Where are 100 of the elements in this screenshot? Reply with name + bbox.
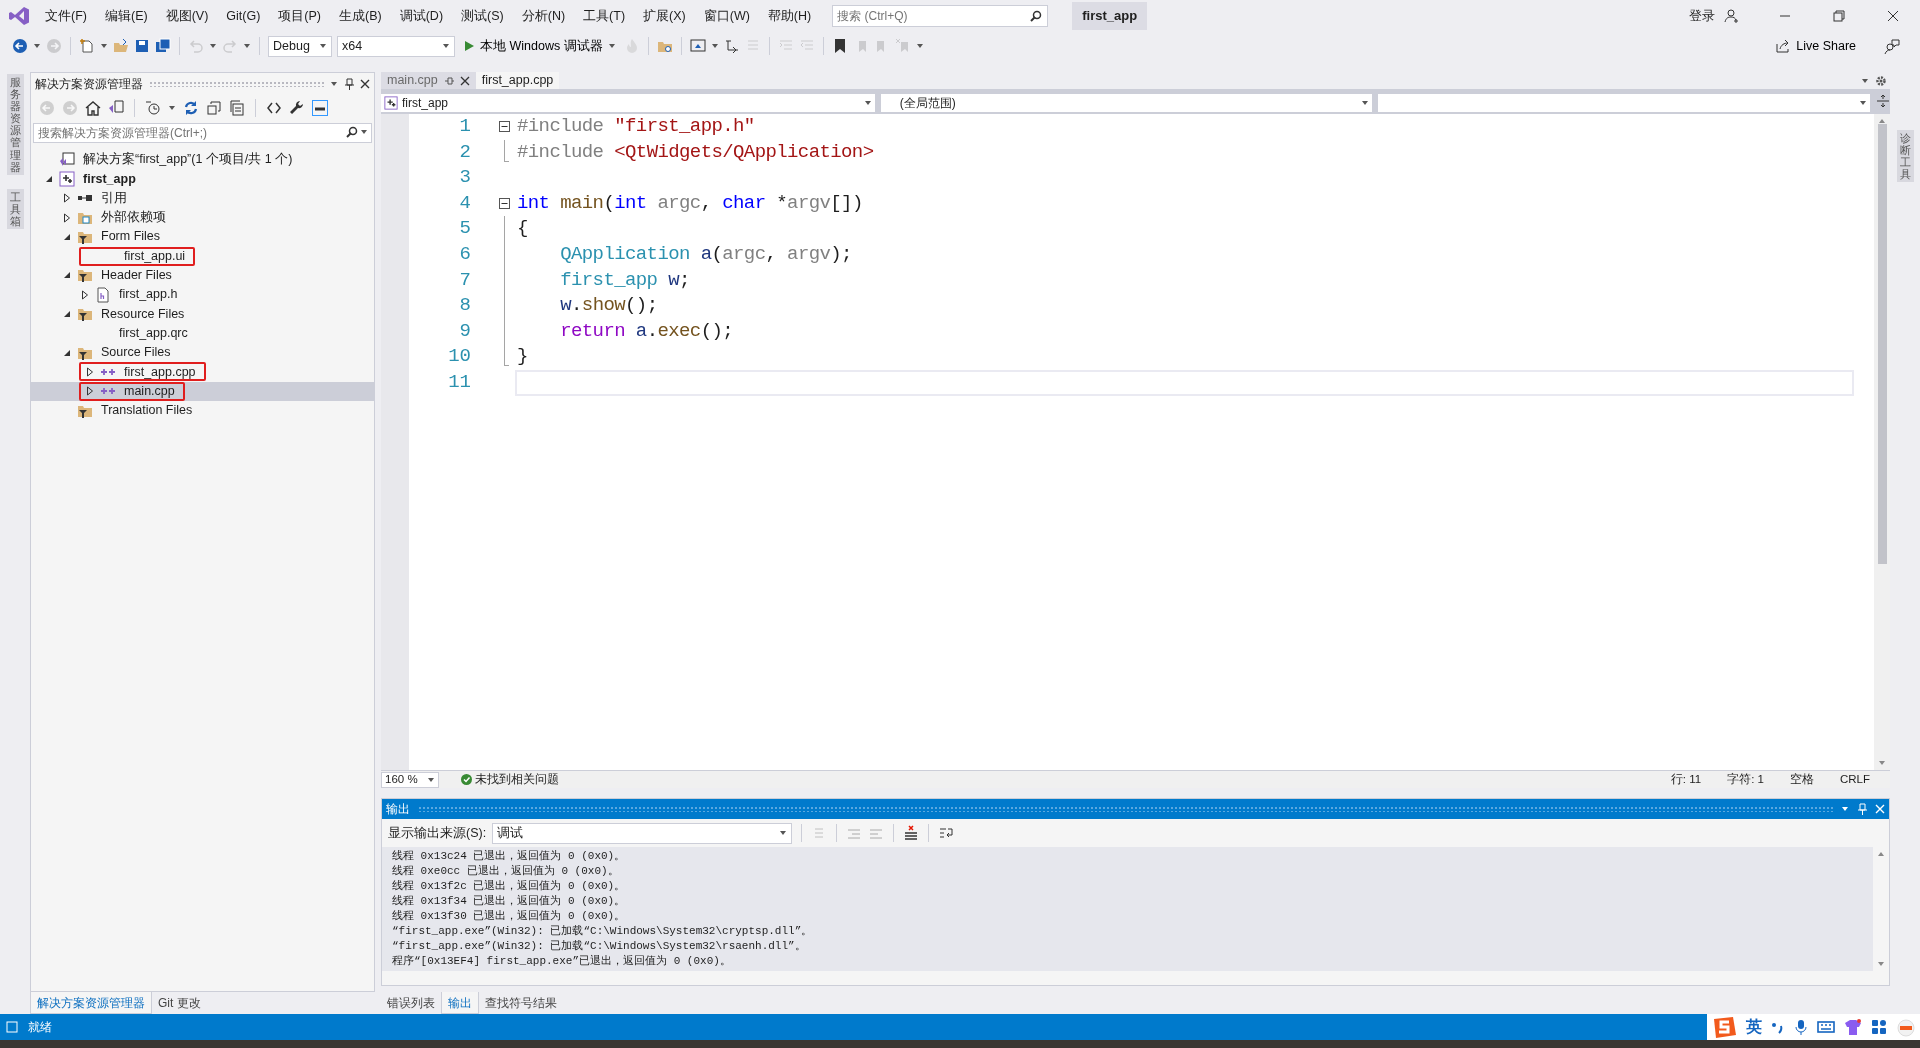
expanded-arrow-icon[interactable] <box>63 271 71 280</box>
menu-item[interactable]: 视图(V) <box>156 6 218 26</box>
menu-item[interactable]: 分析(N) <box>512 6 575 26</box>
caret-icon[interactable] <box>33 43 41 49</box>
history-icon[interactable] <box>145 100 161 116</box>
side-tab[interactable]: 工具箱 <box>6 188 24 230</box>
panel-tab[interactable]: Git 更改 <box>152 992 207 1014</box>
caret-icon[interactable] <box>710 43 719 49</box>
expanded-arrow-icon[interactable] <box>63 348 71 357</box>
caret-icon[interactable] <box>243 43 251 49</box>
collapsed-arrow-icon[interactable] <box>81 289 89 300</box>
save-icon[interactable] <box>134 38 150 54</box>
zoom-dropdown[interactable]: 160 % <box>381 771 439 788</box>
collapse-all-icon[interactable] <box>206 100 222 116</box>
tree-item[interactable]: Translation Files <box>101 401 193 420</box>
caret-icon[interactable] <box>168 105 176 111</box>
caret-icon[interactable] <box>360 129 368 135</box>
search-icon[interactable] <box>346 126 358 138</box>
microphone-icon[interactable] <box>1794 1019 1808 1035</box>
tree-item[interactable]: first_app.qrc <box>119 323 188 343</box>
scope-dropdown[interactable]: (全局范围) <box>880 94 1373 112</box>
expanded-arrow-icon[interactable] <box>63 232 71 241</box>
add-person-icon[interactable] <box>1724 8 1740 24</box>
scrollbar[interactable] <box>1874 114 1890 770</box>
menu-item[interactable]: 项目(P) <box>269 6 330 26</box>
menu-item[interactable]: 编辑(E) <box>95 6 157 26</box>
menu-item[interactable]: 工具(T) <box>574 6 635 26</box>
home-icon[interactable] <box>85 100 101 116</box>
menu-item[interactable]: 生成(B) <box>330 6 391 26</box>
shirt-icon[interactable] <box>1844 1019 1862 1035</box>
file-tab[interactable]: first_app.cpp <box>475 72 560 89</box>
close-icon[interactable] <box>1885 8 1901 24</box>
panel-tab[interactable]: 解决方案资源管理器 <box>30 992 152 1014</box>
save-all-icon[interactable] <box>155 38 171 54</box>
screen-icon[interactable] <box>689 38 706 54</box>
step-icon[interactable] <box>723 38 740 54</box>
tree-item[interactable]: first_app <box>83 169 136 189</box>
collapsed-arrow-icon[interactable] <box>86 366 94 377</box>
search-field[interactable]: 搜索解决方案资源管理器(Ctrl+;) <box>33 123 372 143</box>
tree-item[interactable]: main.cpp <box>124 381 175 401</box>
caret-icon[interactable] <box>209 43 217 49</box>
clear-all-icon[interactable] <box>903 825 920 841</box>
menu-item[interactable]: 窗口(W) <box>694 6 759 26</box>
tree-item[interactable]: first_app.cpp <box>124 362 196 382</box>
word-wrap-icon[interactable] <box>938 825 955 841</box>
caret-icon[interactable] <box>1841 806 1849 812</box>
punctuation-icon[interactable] <box>1771 1020 1785 1034</box>
sync-icon[interactable] <box>183 100 199 116</box>
side-tab[interactable]: 诊断工具 <box>1896 130 1914 183</box>
collapse-icon[interactable] <box>499 197 510 209</box>
expanded-arrow-icon[interactable] <box>45 174 53 183</box>
tree-item[interactable]: Header Files <box>101 266 172 285</box>
tree-item[interactable]: 引用 <box>101 188 127 208</box>
collapse-icon[interactable] <box>499 121 510 132</box>
menu-item[interactable]: 帮助(H) <box>758 6 821 26</box>
pin-icon[interactable] <box>344 78 354 90</box>
live-share-button[interactable]: Live Share <box>1772 36 1859 56</box>
tree-item[interactable]: Source Files <box>101 343 171 362</box>
code-icon[interactable] <box>266 100 282 116</box>
menu-item[interactable]: 扩展(X) <box>634 6 695 26</box>
back-icon[interactable] <box>12 38 28 54</box>
feedback-icon[interactable] <box>1884 38 1900 54</box>
search-field[interactable]: 搜索 (Ctrl+Q) <box>832 5 1049 27</box>
close-icon[interactable] <box>459 75 470 86</box>
expanded-arrow-icon[interactable] <box>63 310 71 318</box>
tree-item[interactable]: first_app.h <box>119 285 178 305</box>
panel-tab[interactable]: 输出 <box>441 992 479 1014</box>
configuration-dropdown[interactable]: Debug <box>268 35 332 57</box>
folder-icon[interactable] <box>113 38 129 54</box>
tree-item[interactable]: Resource Files <box>101 304 185 324</box>
wrench-icon[interactable] <box>289 100 305 116</box>
collapsed-arrow-icon[interactable] <box>63 212 71 223</box>
keyboard-icon[interactable] <box>1817 1020 1835 1034</box>
restore-icon[interactable] <box>1831 8 1847 24</box>
menu-item[interactable]: Git(G) <box>217 6 270 26</box>
scope-dropdown[interactable]: first_app <box>381 94 875 112</box>
side-tab[interactable]: 服务器资源管理器 <box>6 74 24 175</box>
panel-tab[interactable]: 错误列表 <box>381 992 441 1014</box>
caret-icon[interactable] <box>1861 77 1869 84</box>
caret-icon[interactable] <box>915 43 924 49</box>
settings-icon[interactable] <box>1875 74 1887 87</box>
sign-in-link[interactable]: 登录 <box>1680 6 1724 26</box>
tree-item[interactable]: Form Files <box>101 227 161 247</box>
file-tab[interactable]: main.cpp <box>381 72 476 89</box>
menu-item[interactable]: 调试(D) <box>390 6 453 26</box>
caret-icon[interactable] <box>330 81 338 87</box>
grid-icon[interactable] <box>1871 1019 1887 1035</box>
tree-item[interactable]: first_app.ui <box>124 246 186 266</box>
solution-view-icon[interactable] <box>108 100 124 116</box>
collapsed-arrow-icon[interactable] <box>86 386 94 397</box>
ime-logo-icon[interactable] <box>1711 1016 1737 1038</box>
close-icon[interactable] <box>360 79 370 89</box>
new-item-icon[interactable] <box>79 38 95 54</box>
tree-item[interactable]: 外部依赖项 <box>101 208 166 227</box>
panel-tab[interactable]: 查找符号结果 <box>479 992 563 1014</box>
split-icon[interactable] <box>1876 94 1890 108</box>
tree-item[interactable]: 解决方案“first_app”(1 个项目/共 1 个) <box>83 150 293 169</box>
source-dropdown[interactable]: 调试 <box>492 822 793 844</box>
platform-dropdown[interactable]: x64 <box>337 35 455 57</box>
preview-icon[interactable] <box>312 100 328 116</box>
